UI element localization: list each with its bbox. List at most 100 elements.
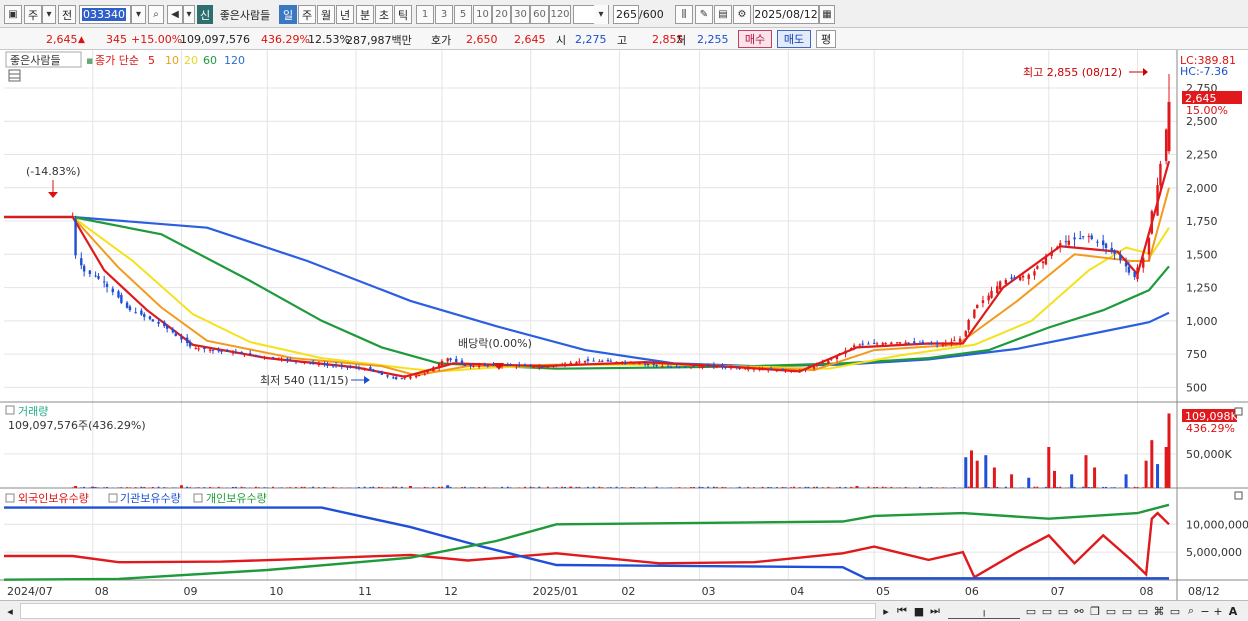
interval-120[interactable]: 120: [549, 5, 571, 24]
interval-10[interactable]: 10: [473, 5, 492, 24]
current-price: 2,645: [46, 33, 78, 46]
minus-icon[interactable]: −: [1199, 603, 1211, 619]
window-icon-5[interactable]: ▭: [1168, 603, 1182, 619]
interval-20[interactable]: 20: [492, 5, 511, 24]
sell-button[interactable]: 매도: [777, 30, 811, 48]
candle-body: [712, 364, 716, 367]
volume-bar: [555, 487, 558, 488]
volume-close-icon[interactable]: [1234, 407, 1243, 416]
plus-icon[interactable]: +: [1212, 603, 1224, 619]
volume-bar: [564, 487, 567, 488]
calendar-icon[interactable]: ▦: [819, 5, 835, 24]
market-dropdown-icon[interactable]: ▾: [42, 5, 56, 24]
volume-bar: [1142, 487, 1145, 488]
info-bar: 2,645 ▲ 345 +15.00% 109,097,576 436.29% …: [0, 28, 1248, 50]
legend-ma-label: 종가 단순: [95, 54, 139, 67]
quote-label: 호가: [431, 33, 452, 47]
legend-ma10: 10: [165, 54, 179, 67]
draw-icon[interactable]: ✎: [695, 5, 713, 24]
zoom-slider[interactable]: ╷: [948, 603, 1020, 619]
interval-60[interactable]: 60: [530, 5, 549, 24]
high-label: 고: [617, 33, 628, 47]
window-icon-4[interactable]: ▭: [1136, 603, 1150, 619]
count-total: /600: [639, 8, 664, 21]
period-day[interactable]: 일: [279, 5, 297, 24]
layout-icon-1[interactable]: ▭: [1024, 603, 1038, 619]
period-year[interactable]: 년: [336, 5, 354, 24]
volume-bar: [377, 486, 380, 488]
candle-body: [105, 283, 109, 287]
layout-icon-2[interactable]: ▭: [1040, 603, 1054, 619]
rewind-icon[interactable]: ⏮: [895, 603, 909, 619]
candle-body: [423, 373, 426, 375]
horizontal-scrollbar[interactable]: [20, 603, 876, 619]
volume-bar: [1102, 486, 1105, 488]
interval-dropdown-icon[interactable]: ▾: [594, 5, 608, 24]
candle-body: [560, 364, 564, 366]
volume-bar: [752, 487, 755, 488]
volume-bar: [140, 486, 143, 488]
prev-button[interactable]: 전: [58, 5, 76, 24]
volume-bar: [890, 486, 893, 488]
volume-bar: [128, 487, 131, 488]
interval-3[interactable]: 3: [435, 5, 453, 24]
window-icon-2[interactable]: ▭: [1104, 603, 1118, 619]
window-icon-3[interactable]: ▭: [1120, 603, 1134, 619]
search-small-icon[interactable]: ⌕: [1184, 603, 1198, 619]
scroll-left-icon[interactable]: ◂: [4, 603, 16, 619]
volume-bar: [1087, 487, 1090, 488]
period-second[interactable]: 초: [375, 5, 393, 24]
save-icon[interactable]: ▤: [714, 5, 732, 24]
period-minute[interactable]: 분: [356, 5, 374, 24]
copy-icon[interactable]: ❐: [1088, 603, 1102, 619]
volume-bar: [103, 487, 106, 488]
volume-bar: [1047, 447, 1051, 488]
market-label[interactable]: 주: [24, 5, 42, 24]
scroll-right-icon[interactable]: ▸: [880, 603, 892, 619]
average-button[interactable]: 평: [816, 30, 836, 48]
search-icon[interactable]: ⌕: [148, 5, 164, 24]
count-input[interactable]: 265: [613, 5, 639, 24]
font-size-icon[interactable]: A: [1226, 603, 1240, 619]
code-dropdown-icon[interactable]: ▾: [131, 5, 146, 24]
candle-body: [414, 375, 418, 378]
candle-body: [529, 364, 532, 367]
interval-5[interactable]: 5: [454, 5, 472, 24]
volume-bar: [1093, 467, 1097, 488]
forward-icon[interactable]: ⏭: [928, 603, 942, 619]
speaker-dropdown-icon[interactable]: ▾: [183, 5, 195, 24]
stock-chart[interactable]: 2,7502,5002,2502,0001,7501,5001,2501,000…: [0, 50, 1248, 600]
candle-body: [638, 363, 641, 365]
stop-icon[interactable]: ■: [912, 603, 926, 619]
speaker-icon[interactable]: ◀: [167, 5, 183, 24]
gear-icon[interactable]: ⚙: [733, 5, 751, 24]
layout-icon-3[interactable]: ▭: [1056, 603, 1070, 619]
candle-body: [540, 366, 544, 368]
volume-bar: [369, 486, 372, 488]
window-icon[interactable]: ▣: [4, 5, 22, 24]
buy-button[interactable]: 매수: [738, 30, 772, 48]
volume-bar: [678, 487, 681, 488]
table-icon[interactable]: [8, 69, 21, 82]
code-input[interactable]: 033340: [79, 5, 131, 24]
period-month[interactable]: 월: [317, 5, 335, 24]
period-tick[interactable]: 틱: [394, 5, 412, 24]
date-input[interactable]: 2025/08/12: [753, 5, 819, 24]
candle-icon[interactable]: ⫼: [675, 5, 693, 24]
candle-body: [331, 365, 335, 367]
new-badge[interactable]: 신: [197, 5, 213, 24]
holder-close-icon[interactable]: [1234, 491, 1243, 500]
candle-body: [1156, 185, 1159, 216]
link-icon[interactable]: ⚯: [1072, 603, 1086, 619]
tag-icon[interactable]: ⌘: [1152, 603, 1166, 619]
candle-body: [386, 375, 389, 377]
interval-1[interactable]: 1: [416, 5, 434, 24]
candle-body: [629, 362, 633, 364]
volume-bar: [609, 487, 612, 488]
bottom-scroll-bar: ◂ ▸ ⏮ ■ ⏭ ╷ ▭ ▭ ▭ ⚯ ❐ ▭ ▭ ▭ ⌘ ▭ ⌕ − + A: [0, 600, 1248, 621]
volume-bar: [392, 486, 395, 488]
volume-bar: [586, 486, 589, 488]
interval-30[interactable]: 30: [511, 5, 530, 24]
volume-bar: [813, 486, 816, 488]
period-week[interactable]: 주: [298, 5, 316, 24]
